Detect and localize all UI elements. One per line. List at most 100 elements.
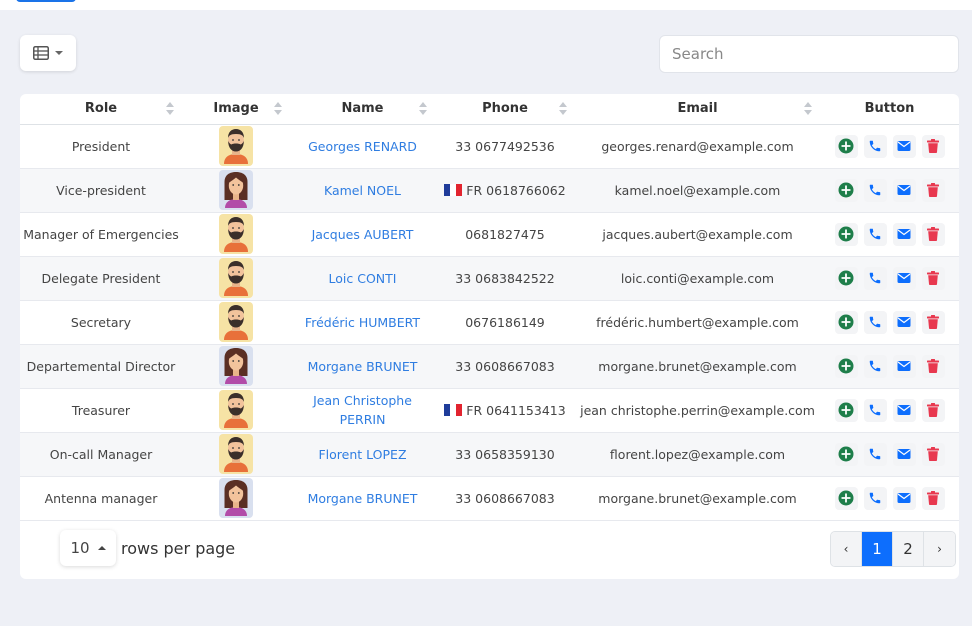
email-cell: florent.lopez@example.com <box>575 432 820 477</box>
table-row: Delegate President Loic CONTI 33 068384252… <box>20 256 959 301</box>
delete-button[interactable] <box>921 486 945 510</box>
role-text: Vice-president <box>56 182 146 198</box>
plus-circle-icon <box>838 226 854 242</box>
france-flag-icon <box>444 183 463 196</box>
table-row: On-call Manager Florent LOPEZ 33 065835913… <box>20 432 959 477</box>
call-button[interactable] <box>863 398 887 422</box>
plus-circle-icon <box>838 314 854 330</box>
name-link[interactable]: Jean Christophe PERRIN <box>313 393 412 427</box>
delete-button[interactable] <box>921 134 945 158</box>
email-text: jean christophe.perrin@example.com <box>580 402 815 418</box>
envelope-icon <box>897 492 911 504</box>
role-cell: Manager of Emergencies <box>20 212 182 257</box>
view-toggle-button[interactable] <box>20 35 76 71</box>
call-button[interactable] <box>863 134 887 158</box>
man-avatar-icon <box>219 214 253 254</box>
name-link[interactable]: Kamel NOEL <box>324 183 401 198</box>
add-button[interactable] <box>834 398 858 422</box>
plus-circle-icon <box>838 490 854 506</box>
button-cell <box>820 300 959 345</box>
email-button[interactable] <box>892 486 916 510</box>
man-avatar-icon <box>219 390 253 430</box>
button-cell <box>820 432 959 477</box>
delete-button[interactable] <box>921 222 945 246</box>
email-button[interactable] <box>892 222 916 246</box>
envelope-icon <box>897 140 911 152</box>
prev-page-button[interactable]: ‹ <box>831 532 862 566</box>
call-button[interactable] <box>863 310 887 334</box>
header-email[interactable]: Email <box>575 94 820 125</box>
role-cell: On-call Manager <box>20 432 182 477</box>
role-cell: Departemental Director <box>20 344 182 389</box>
name-cell: Morgane BRUNET <box>290 344 435 389</box>
page-2-button[interactable]: 2 <box>893 532 924 566</box>
email-button[interactable] <box>892 178 916 202</box>
name-link[interactable]: Florent LOPEZ <box>318 447 406 462</box>
image-cell <box>182 212 290 257</box>
page-1-button[interactable]: 1 <box>862 532 893 566</box>
delete-button[interactable] <box>921 310 945 334</box>
image-cell <box>182 168 290 213</box>
trash-icon <box>927 491 939 505</box>
delete-button[interactable] <box>921 442 945 466</box>
email-button[interactable] <box>892 354 916 378</box>
call-button[interactable] <box>863 354 887 378</box>
woman-avatar-icon <box>219 478 253 518</box>
call-button[interactable] <box>863 486 887 510</box>
image-cell <box>182 476 290 521</box>
envelope-icon <box>897 404 911 416</box>
top-bar-tab[interactable] <box>16 0 76 2</box>
email-button[interactable] <box>892 134 916 158</box>
call-button[interactable] <box>863 442 887 466</box>
call-button[interactable] <box>863 266 887 290</box>
call-button[interactable] <box>863 222 887 246</box>
delete-button[interactable] <box>921 178 945 202</box>
header-role[interactable]: Role <box>20 94 182 125</box>
delete-button[interactable] <box>921 266 945 290</box>
name-link[interactable]: Morgane BRUNET <box>308 491 418 506</box>
rows-per-page-select[interactable]: 10 <box>60 530 116 566</box>
table-list-icon <box>33 46 49 60</box>
add-button[interactable] <box>834 310 858 334</box>
header-label: Role <box>84 101 118 117</box>
phone-icon <box>868 447 882 461</box>
email-cell: frédéric.humbert@example.com <box>575 300 820 345</box>
button-cell <box>820 256 959 301</box>
phone-number: 0618766062 <box>486 182 566 198</box>
phone-cell: 33 0608667083 <box>435 476 575 521</box>
role-text: President <box>71 138 131 154</box>
email-button[interactable] <box>892 398 916 422</box>
call-button[interactable] <box>863 178 887 202</box>
name-link[interactable]: Loic CONTI <box>329 271 397 286</box>
add-button[interactable] <box>834 134 858 158</box>
sort-icon <box>804 102 812 116</box>
name-link[interactable]: Georges RENARD <box>308 139 417 154</box>
delete-button[interactable] <box>921 398 945 422</box>
table-row: President Georges RENARD 33 0677492536 geor… <box>20 124 959 169</box>
name-link[interactable]: Morgane BRUNET <box>308 359 418 374</box>
add-button[interactable] <box>834 486 858 510</box>
next-page-button[interactable]: › <box>924 532 955 566</box>
search-input[interactable] <box>659 35 959 73</box>
add-button[interactable] <box>834 442 858 466</box>
email-button[interactable] <box>892 310 916 334</box>
add-button[interactable] <box>834 354 858 378</box>
add-button[interactable] <box>834 266 858 290</box>
plus-circle-icon <box>838 138 854 154</box>
header-image[interactable]: Image <box>182 94 290 125</box>
add-button[interactable] <box>834 178 858 202</box>
email-button[interactable] <box>892 266 916 290</box>
row-actions <box>822 134 957 158</box>
email-button[interactable] <box>892 442 916 466</box>
phone-cell: 33 0677492536 <box>435 124 575 169</box>
envelope-icon <box>897 448 911 460</box>
delete-button[interactable] <box>921 354 945 378</box>
add-button[interactable] <box>834 222 858 246</box>
header-phone[interactable]: Phone <box>435 94 575 125</box>
sort-icon <box>274 102 282 116</box>
header-name[interactable]: Name <box>290 94 435 125</box>
row-actions <box>822 398 957 422</box>
phone-cell: 0681827475 <box>435 212 575 257</box>
name-link[interactable]: Frédéric HUMBERT <box>305 315 420 330</box>
name-link[interactable]: Jacques AUBERT <box>312 227 414 242</box>
